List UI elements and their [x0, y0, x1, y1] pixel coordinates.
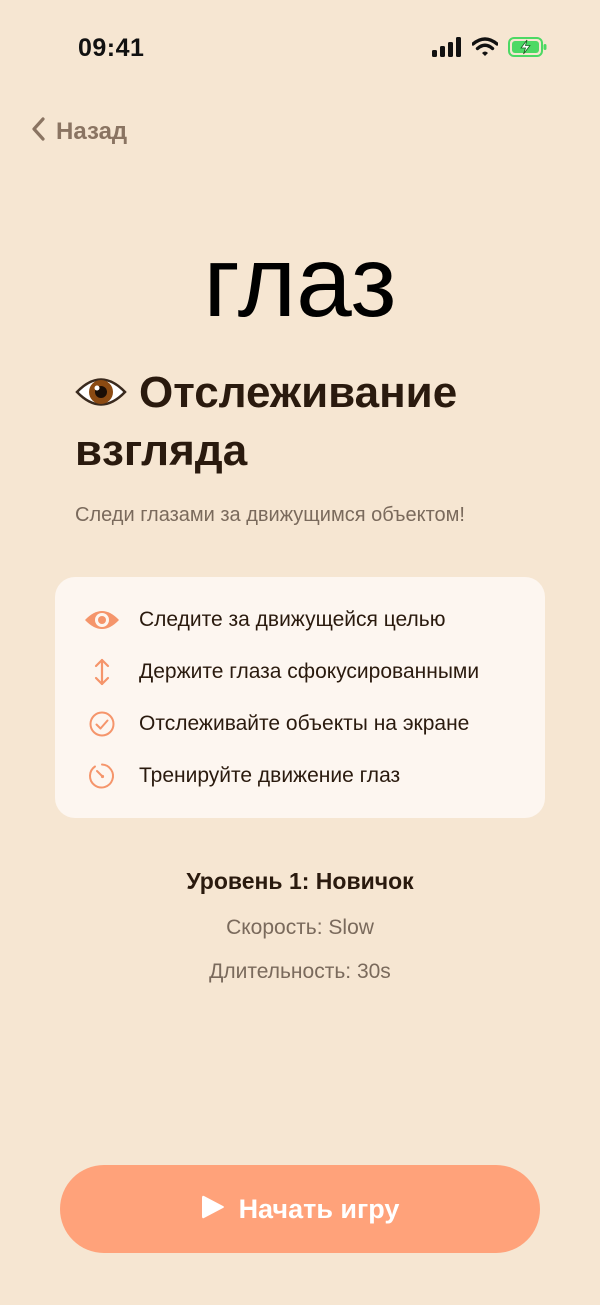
target-word: глаз: [203, 226, 397, 338]
wifi-icon: [471, 37, 499, 62]
chevron-left-icon: [30, 116, 46, 147]
signal-icon: [432, 37, 462, 62]
status-time: 09:41: [78, 34, 145, 62]
tip-item: Тренируйте движение глаз: [83, 757, 400, 795]
level-title: Уровень 1: Новичок: [186, 868, 414, 894]
eye-emoji-icon: [75, 368, 127, 406]
tip-text: Следите за движущейся целью: [139, 608, 446, 631]
tip-text: Тренируйте движение глаз: [139, 764, 401, 787]
timer-icon: [83, 757, 121, 795]
tip-text: Держите глаза сфокусированными: [139, 660, 480, 683]
game-title-text: Отслеживание взгляда: [75, 368, 458, 475]
tip-item: Держите глаза сфокусированными: [83, 653, 479, 691]
level-speed: Скорость: Slow: [226, 916, 374, 939]
start-game-button[interactable]: Начать игру: [60, 1165, 540, 1253]
back-label: Назад: [56, 117, 128, 145]
level-duration: Длительность: 30s: [209, 960, 391, 983]
vertical-arrows-icon: [83, 653, 121, 691]
status-icons: [432, 37, 548, 62]
start-game-label: Начать игру: [238, 1193, 400, 1224]
tip-item: Следите за движущейся целью: [83, 601, 445, 639]
instructions-card: Следите за движущейся целью Держите глаз…: [55, 577, 545, 818]
game-title: Отслеживание взгляда: [75, 364, 545, 480]
tip-item: Отслеживайте объекты на экране: [83, 705, 469, 743]
back-button[interactable]: Назад: [30, 116, 127, 147]
status-bar: 09:41: [0, 0, 600, 96]
check-circle-icon: [83, 705, 121, 743]
game-subtitle: Следи глазами за движущимся объектом!: [75, 504, 465, 526]
battery-charging-icon: [508, 37, 548, 62]
tip-text: Отслеживайте объекты на экране: [139, 712, 470, 735]
play-icon: [201, 1194, 225, 1225]
eye-icon: [83, 601, 121, 639]
